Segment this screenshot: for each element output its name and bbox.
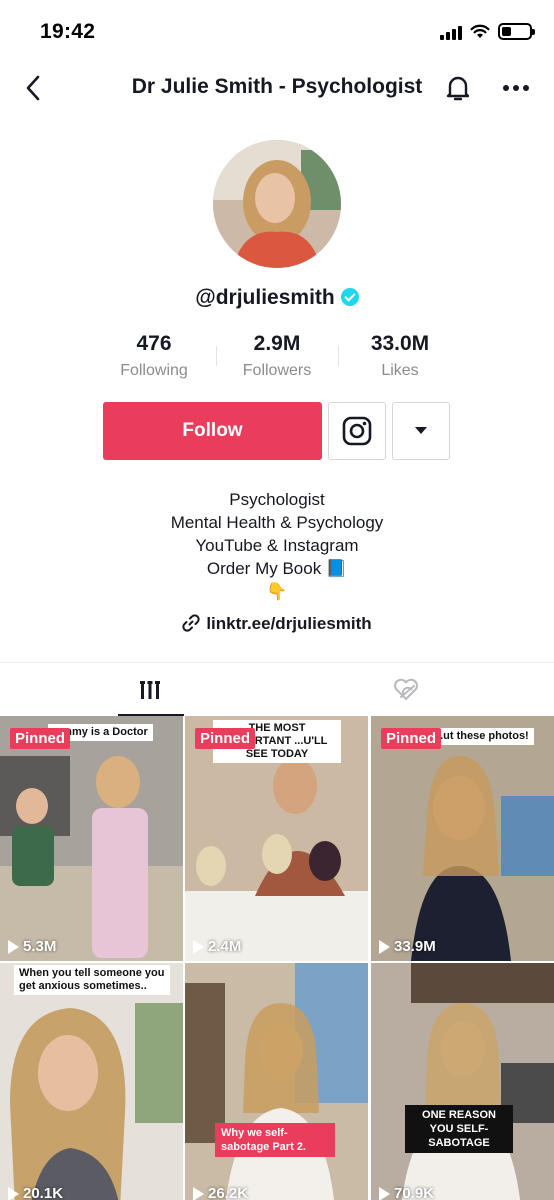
- view-count-text: 70.9K: [394, 1185, 435, 1200]
- stat-label: Followers: [242, 362, 312, 379]
- suggested-accounts-dropdown[interactable]: [392, 402, 450, 460]
- view-count-text: 2.4M: [208, 938, 242, 955]
- hidden-heart-icon: [393, 678, 418, 700]
- tab-liked[interactable]: [267, 663, 544, 717]
- notification-button[interactable]: [442, 72, 474, 104]
- stat-following[interactable]: 476 Following: [89, 332, 219, 380]
- video-thumbnail: [185, 963, 368, 1200]
- view-count: 5.3M: [8, 938, 56, 955]
- stat-likes[interactable]: 33.0M Likes: [335, 332, 465, 380]
- nav-header: Dr Julie Smith - Psychologist: [0, 62, 554, 114]
- stat-label: Following: [120, 362, 188, 379]
- bio-line: Mental Health & Psychology: [170, 513, 384, 532]
- view-count-text: 20.1K: [23, 1185, 64, 1200]
- wifi-icon: [470, 24, 490, 38]
- view-count: 26.2K: [193, 1185, 248, 1200]
- view-count-text: 26.2K: [208, 1185, 249, 1200]
- pinned-badge: Pinned: [10, 728, 71, 749]
- video-thumbnail: [0, 716, 183, 961]
- instagram-icon: [342, 416, 372, 446]
- more-dots-icon: [503, 85, 529, 91]
- status-time: 19:42: [40, 20, 96, 43]
- video-thumbnail: [371, 716, 554, 961]
- video-tile[interactable]: Why we self-sabotage Part 2. 26.2K: [185, 963, 368, 1200]
- video-caption: ...ut these photos!: [429, 728, 534, 745]
- caret-down-icon: [415, 427, 427, 434]
- bio-link[interactable]: linktr.ee/drjuliesmith: [0, 614, 554, 634]
- instagram-button[interactable]: [328, 402, 386, 460]
- stat-value: 33.0M: [370, 332, 430, 355]
- pinned-badge: Pinned: [195, 728, 256, 749]
- play-icon: [379, 1186, 390, 1200]
- bell-icon: [446, 76, 470, 101]
- page-title-text: Dr Julie Smith - Psychologist: [131, 75, 423, 98]
- bio-line: YouTube & Instagram: [195, 536, 359, 555]
- status-bar: 19:42: [0, 0, 554, 62]
- bio-line: 👇: [266, 582, 288, 601]
- play-icon: [193, 1186, 204, 1200]
- link-icon: [182, 614, 200, 632]
- stat-value: 2.9M: [253, 332, 301, 355]
- view-count-text: 33.9M: [394, 938, 436, 955]
- play-icon: [8, 939, 19, 954]
- video-thumbnail: [371, 963, 554, 1200]
- status-icons: [440, 23, 535, 40]
- view-count: 20.1K: [8, 1185, 63, 1200]
- stat-followers[interactable]: 2.9M Followers: [212, 332, 342, 380]
- bio-link-text: linktr.ee/drjuliesmith: [206, 614, 372, 633]
- bio-line: Order My Book 📘: [206, 559, 348, 578]
- content-tabs: [0, 662, 554, 716]
- play-icon: [8, 1186, 19, 1200]
- video-caption: When you tell someone you get anxious so…: [14, 965, 170, 995]
- stat-label: Likes: [381, 362, 419, 379]
- video-tile[interactable]: ...mmy is a Doctor Pinned 5.3M: [0, 716, 183, 961]
- username: @drjuliesmith: [195, 286, 335, 309]
- username-row: @drjuliesmith: [0, 286, 554, 310]
- grid-icon: [139, 681, 160, 699]
- video-tile[interactable]: ONE REASON YOU SELF-SABOTAGE 70.9K: [371, 963, 554, 1200]
- play-icon: [193, 939, 204, 954]
- video-grid: ...mmy is a Doctor Pinned 5.3M THE MOST …: [0, 716, 554, 1200]
- view-count: 33.9M: [379, 938, 436, 955]
- video-caption: Why we self-sabotage Part 2.: [215, 1123, 335, 1157]
- stat-value: 476: [136, 332, 172, 355]
- tab-videos[interactable]: [11, 663, 288, 717]
- view-count: 70.9K: [379, 1185, 434, 1200]
- battery-icon: [498, 23, 535, 40]
- avatar[interactable]: [213, 140, 341, 268]
- play-icon: [379, 939, 390, 954]
- video-tile[interactable]: When you tell someone you get anxious so…: [0, 963, 183, 1200]
- follow-button[interactable]: Follow: [103, 402, 322, 460]
- pinned-badge: Pinned: [381, 728, 442, 749]
- video-caption: ONE REASON YOU SELF-SABOTAGE: [405, 1105, 513, 1153]
- avatar-photo: [213, 140, 341, 268]
- video-tile[interactable]: THE MOST IMPORTANT ...U'LL SEE TODAY Pin…: [185, 716, 368, 961]
- video-thumbnail: [0, 963, 183, 1200]
- bio-line: Psychologist: [229, 490, 325, 509]
- more-options-button[interactable]: [500, 72, 532, 104]
- verified-badge-icon: [340, 288, 359, 306]
- bio: Psychologist Mental Health & Psychology …: [0, 488, 554, 603]
- view-count: 2.4M: [193, 938, 241, 955]
- profile-stats: 476 Following 2.9M Followers 33.0M Likes: [0, 332, 554, 382]
- cellular-signal-icon: [440, 24, 462, 40]
- view-count-text: 5.3M: [23, 938, 57, 955]
- video-tile[interactable]: ...ut these photos! Pinned 33.9M: [371, 716, 554, 961]
